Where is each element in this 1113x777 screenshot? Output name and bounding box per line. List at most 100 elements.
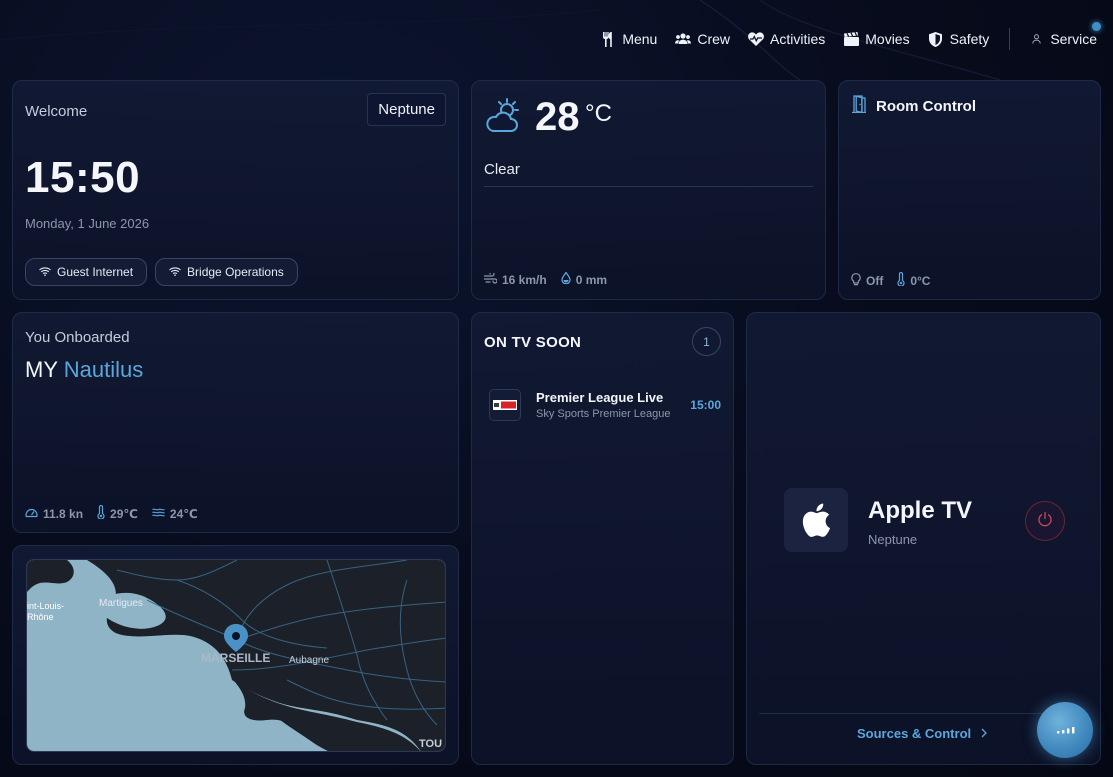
- waves-icon: [152, 507, 165, 521]
- program-title: Premier League Live: [536, 390, 664, 405]
- device-room: Neptune: [868, 532, 918, 547]
- nav-label: Movies: [865, 31, 910, 47]
- location-map[interactable]: MARSEILLE Aubagne Martigues int-Louis- R…: [26, 559, 446, 752]
- network-chips: Guest Internet Bridge Operations: [25, 258, 298, 286]
- onboard-card: You Onboarded MY Nautilus 11.8 kn 29℃ 24…: [12, 312, 459, 533]
- power-icon: [1037, 511, 1053, 532]
- date: Monday, 1 June 2026: [25, 216, 150, 231]
- status-indicator: [1092, 22, 1101, 31]
- clock: 15:50: [25, 153, 141, 202]
- speed-value: 11.8 kn: [43, 506, 84, 521]
- map-label-toulon: TOU: [419, 738, 442, 750]
- map-label-marseille: MARSEILLE: [201, 651, 270, 665]
- door-icon: [851, 95, 867, 117]
- rain-stat: 0 mm: [561, 271, 608, 287]
- nav-service[interactable]: Service: [1028, 31, 1097, 47]
- air-temp-stat: 29℃: [97, 504, 138, 522]
- utensils-icon: [600, 31, 616, 47]
- assistant-button[interactable]: [1037, 702, 1093, 758]
- nav-divider: [1009, 28, 1011, 50]
- room-temp-value: 0°C: [910, 273, 931, 288]
- nav-label: Menu: [622, 31, 658, 47]
- rain-value: 0 mm: [575, 272, 608, 287]
- user-icon: [1028, 31, 1044, 47]
- ship-selector-button[interactable]: Neptune: [367, 93, 446, 126]
- droplet-icon: [561, 271, 571, 287]
- heart-pulse-icon: [748, 31, 764, 47]
- nav-menu[interactable]: Menu: [600, 31, 657, 47]
- room-control-card[interactable]: Room Control Off 0°C: [838, 80, 1101, 300]
- map-label-saint-louis: int-Louis-: [27, 601, 64, 611]
- nav-label: Safety: [949, 31, 990, 47]
- weather-stats: 16 km/h 0 mm: [483, 270, 608, 287]
- sources-control-link[interactable]: Sources & Control: [857, 726, 988, 741]
- nav-movies[interactable]: Movies: [843, 31, 910, 47]
- shield-icon: [928, 31, 944, 47]
- program-channel: Sky Sports Premier League: [536, 408, 671, 420]
- welcome-title: Welcome: [25, 103, 88, 120]
- top-navigation: Menu Crew Activities Movies Safety Servi…: [582, 28, 1097, 50]
- nav-safety[interactable]: Safety: [928, 31, 990, 47]
- light-value: Off: [866, 273, 884, 288]
- program-time: 15:00: [690, 398, 721, 412]
- lightbulb-icon: [851, 272, 861, 289]
- map-label-aubagne: Aubagne: [289, 655, 329, 666]
- chip-label: Guest Internet: [57, 265, 134, 279]
- clapperboard-icon: [843, 31, 859, 47]
- channel-logo: [489, 389, 521, 421]
- wind-value: 16 km/h: [502, 272, 547, 287]
- water-temp-stat: 24℃: [152, 505, 198, 522]
- map-label-martigues: Martigues: [99, 598, 143, 609]
- water-temp-value: 24℃: [169, 506, 198, 521]
- nav-label: Activities: [770, 31, 826, 47]
- speedometer-icon: [25, 507, 38, 521]
- weather-condition: Clear: [484, 161, 520, 178]
- yacht-name-text: Nautilus: [63, 357, 144, 382]
- tv-count-badge: 1: [692, 327, 721, 356]
- apple-logo-icon: [784, 488, 848, 552]
- room-control-header: Room Control: [851, 95, 976, 117]
- map-label-saint-louis-2: Rhône: [27, 612, 54, 622]
- light-stat: Off: [851, 272, 883, 289]
- map-card: MARSEILLE Aubagne Martigues int-Louis- R…: [12, 545, 459, 765]
- room-control-title: Room Control: [876, 97, 976, 115]
- divider: [759, 713, 1088, 714]
- power-button[interactable]: [1025, 501, 1065, 541]
- on-tv-soon-card: ON TV SOON 1 Premier League Live Sky Spo…: [471, 312, 734, 765]
- yacht-name: MY Nautilus: [25, 357, 143, 383]
- tv-soon-title: ON TV SOON: [484, 334, 582, 351]
- nav-crew[interactable]: Crew: [675, 31, 730, 47]
- device-name: Apple TV: [868, 497, 973, 524]
- apple-tv-card: Apple TV Neptune Sources & Control: [746, 312, 1101, 765]
- air-temp-value: 29℃: [110, 506, 138, 521]
- wifi-icon: [169, 265, 181, 279]
- wifi-icon: [39, 265, 51, 279]
- program-info: Premier League Live Sky Sports Premier L…: [536, 390, 690, 420]
- partly-sunny-icon: [484, 97, 522, 140]
- thermometer-icon: [897, 271, 905, 289]
- wind-stat: 16 km/h: [483, 270, 547, 287]
- temperature-value: 28: [535, 95, 580, 139]
- temperature-unit: °C: [585, 100, 612, 127]
- chevron-right-icon: [981, 726, 988, 741]
- room-temp-stat: 0°C: [897, 271, 931, 289]
- sources-label: Sources & Control: [857, 726, 972, 741]
- chip-label: Bridge Operations: [187, 265, 284, 279]
- program-item[interactable]: Premier League Live Sky Sports Premier L…: [489, 389, 721, 421]
- divider: [484, 186, 813, 187]
- nav-activities[interactable]: Activities: [748, 31, 825, 47]
- room-stats: Off 0°C: [851, 271, 931, 289]
- nav-label: Crew: [697, 31, 731, 47]
- guest-internet-chip[interactable]: Guest Internet: [25, 258, 148, 286]
- onboard-title: You Onboarded: [25, 329, 130, 346]
- welcome-card: Welcome Neptune 15:50 Monday, 1 June 202…: [12, 80, 459, 300]
- signal-bars-icon: [1055, 721, 1075, 739]
- weather-card: 28 °C Clear 16 km/h 0 mm: [471, 80, 826, 300]
- speed-stat: 11.8 kn: [25, 505, 83, 522]
- yacht-stats: 11.8 kn 29℃ 24℃: [25, 504, 198, 522]
- wind-icon: [483, 270, 498, 287]
- thermometer-icon: [97, 504, 105, 522]
- bridge-operations-chip[interactable]: Bridge Operations: [155, 258, 298, 286]
- yacht-prefix: MY: [25, 357, 58, 382]
- nav-label: Service: [1050, 31, 1097, 47]
